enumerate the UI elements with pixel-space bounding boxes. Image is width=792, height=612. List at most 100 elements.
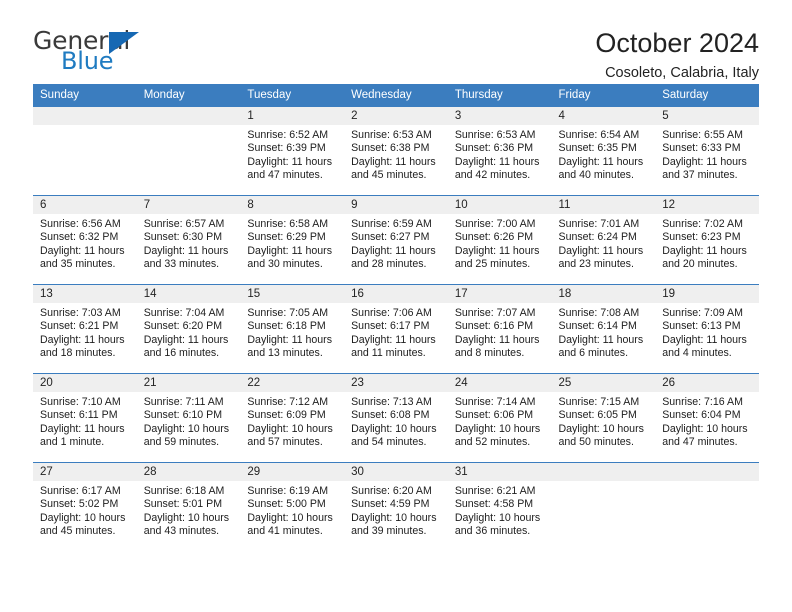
calendar-day-cell[interactable]: 15 Sunrise: 7:05 AM Sunset: 6:18 PM Dayligh… — [240, 284, 345, 374]
calendar-day-cell[interactable]: 2 Sunrise: 6:53 AM Sunset: 6:38 PM Daylight… — [344, 107, 448, 196]
day-number: 24 — [447, 374, 552, 392]
daylight-text: Daylight: 11 hours and 18 minutes. — [40, 333, 125, 360]
day-number: 1 — [240, 107, 345, 125]
calendar-day-cell[interactable]: 6 Sunrise: 6:56 AM Sunset: 6:32 PM Daylight… — [33, 195, 137, 285]
sunrise-text: Sunrise: 7:10 AM — [40, 396, 121, 408]
day-number: 8 — [240, 196, 345, 214]
sunrise-text: Sunrise: 6:55 AM — [662, 129, 743, 141]
day-number: 30 — [344, 463, 448, 481]
calendar-day-cell[interactable]: 4 Sunrise: 6:54 AM Sunset: 6:35 PM Daylight… — [551, 107, 656, 196]
day-details: Sunrise: 7:09 AM Sunset: 6:13 PM Daylight:… — [655, 303, 759, 361]
calendar-day-cell[interactable]: 22 Sunrise: 7:12 AM Sunset: 6:09 PM Dayligh… — [240, 373, 345, 463]
sunset-text: Sunset: 6:08 PM — [351, 409, 430, 422]
calendar-day-cell[interactable]: 26 Sunrise: 7:16 AM Sunset: 6:04 PM Dayligh… — [655, 373, 759, 463]
daylight-text: Daylight: 11 hours and 25 minutes. — [454, 244, 540, 271]
day-details: Sunrise: 6:53 AM Sunset: 6:36 PM Daylight:… — [448, 125, 552, 183]
generalblue-logo[interactable]: General Blue — [33, 28, 145, 76]
calendar-day-cell[interactable]: 21 Sunrise: 7:11 AM Sunset: 6:10 PM Dayligh… — [136, 373, 241, 463]
calendar-day-cell[interactable]: 24 Sunrise: 7:14 AM Sunset: 6:06 PM Dayligh… — [447, 373, 552, 463]
calendar-day-cell[interactable]: 30 Sunrise: 6:20 AM Sunset: 4:59 PM Dayligh… — [344, 462, 448, 551]
day-details: Sunrise: 7:12 AM Sunset: 6:09 PM Daylight:… — [240, 392, 344, 450]
calendar-day-cell[interactable]: 14 Sunrise: 7:04 AM Sunset: 6:20 PM Dayligh… — [136, 284, 241, 374]
day-number: 11 — [551, 196, 656, 214]
daylight-text: Daylight: 10 hours and 43 minutes. — [143, 511, 230, 538]
calendar-day-cell[interactable]: 13 Sunrise: 7:03 AM Sunset: 6:21 PM Dayligh… — [33, 284, 137, 374]
calendar-day-cell[interactable]: 10 Sunrise: 7:00 AM Sunset: 6:26 PM Dayligh… — [447, 195, 552, 285]
day-details: Sunrise: 6:56 AM Sunset: 6:32 PM Daylight:… — [33, 214, 137, 272]
calendar-day-cell[interactable]: 11 Sunrise: 7:01 AM Sunset: 6:24 PM Dayligh… — [551, 195, 656, 285]
sunset-text: Sunset: 5:02 PM — [40, 498, 119, 511]
calendar-cell-empty — [551, 462, 656, 551]
calendar-day-cell[interactable]: 17 Sunrise: 7:07 AM Sunset: 6:16 PM Dayligh… — [447, 284, 552, 374]
sunrise-text: Sunrise: 6:17 AM — [40, 485, 121, 497]
sunrise-text: Sunrise: 6:21 AM — [454, 485, 536, 497]
daylight-text: Daylight: 11 hours and 4 minutes. — [662, 333, 747, 360]
calendar-cell-empty — [33, 107, 137, 196]
daylight-text: Daylight: 11 hours and 37 minutes. — [662, 155, 747, 182]
calendar-day-cell[interactable]: 5 Sunrise: 6:55 AM Sunset: 6:33 PM Daylight… — [655, 107, 759, 196]
day-details: Sunrise: 6:53 AM Sunset: 6:38 PM Daylight:… — [344, 125, 448, 183]
sunset-text: Sunset: 6:33 PM — [662, 142, 741, 155]
sunset-text: Sunset: 4:59 PM — [351, 498, 430, 511]
triangle-icon — [109, 32, 139, 54]
day-number — [655, 463, 759, 481]
sunset-text: Sunset: 6:29 PM — [247, 231, 326, 244]
day-details: Sunrise: 6:19 AM Sunset: 5:00 PM Daylight:… — [240, 481, 344, 539]
sunrise-text: Sunrise: 6:57 AM — [143, 218, 225, 230]
calendar-day-cell[interactable]: 9 Sunrise: 6:59 AM Sunset: 6:27 PM Daylight… — [344, 195, 448, 285]
page-title: October 2024 — [595, 28, 759, 58]
sunset-text: Sunset: 5:01 PM — [143, 498, 223, 511]
sunset-text: Sunset: 6:38 PM — [351, 142, 430, 155]
weekday-header-friday: Friday — [551, 84, 656, 107]
day-number: 18 — [551, 285, 656, 303]
calendar-day-cell[interactable]: 8 Sunrise: 6:58 AM Sunset: 6:29 PM Daylight… — [240, 195, 345, 285]
sunset-text: Sunset: 6:16 PM — [454, 320, 534, 333]
daylight-text: Daylight: 10 hours and 54 minutes. — [351, 422, 437, 449]
month-calendar: Sunday Monday Tuesday Wednesday Thursday… — [33, 84, 759, 551]
daylight-text: Daylight: 11 hours and 13 minutes. — [247, 333, 333, 360]
calendar-day-cell[interactable]: 1 Sunrise: 6:52 AM Sunset: 6:39 PM Daylight… — [240, 107, 345, 196]
calendar-day-cell[interactable]: 19 Sunrise: 7:09 AM Sunset: 6:13 PM Dayligh… — [655, 284, 759, 374]
calendar-day-cell[interactable]: 23 Sunrise: 7:13 AM Sunset: 6:08 PM Dayligh… — [344, 373, 448, 463]
sunset-text: Sunset: 6:09 PM — [247, 409, 326, 422]
sunset-text: Sunset: 6:14 PM — [558, 320, 637, 333]
calendar-day-cell[interactable]: 16 Sunrise: 7:06 AM Sunset: 6:17 PM Dayligh… — [344, 284, 448, 374]
calendar-day-cell[interactable]: 3 Sunrise: 6:53 AM Sunset: 6:36 PM Daylight… — [447, 107, 552, 196]
daylight-text: Daylight: 10 hours and 52 minutes. — [454, 422, 541, 449]
calendar-day-cell[interactable]: 7 Sunrise: 6:57 AM Sunset: 6:30 PM Daylight… — [136, 195, 241, 285]
calendar-day-cell[interactable]: 28 Sunrise: 6:18 AM Sunset: 5:01 PM Dayligh… — [136, 462, 241, 551]
day-details: Sunrise: 6:21 AM Sunset: 4:58 PM Daylight:… — [448, 481, 552, 539]
sunrise-text: Sunrise: 6:53 AM — [454, 129, 536, 141]
weekday-header-wednesday: Wednesday — [344, 84, 448, 107]
sunrise-text: Sunrise: 6:20 AM — [351, 485, 432, 497]
calendar-day-cell[interactable]: 29 Sunrise: 6:19 AM Sunset: 5:00 PM Dayligh… — [240, 462, 345, 551]
calendar-day-cell[interactable]: 20 Sunrise: 7:10 AM Sunset: 6:11 PM Dayligh… — [33, 373, 137, 463]
daylight-text: Daylight: 10 hours and 41 minutes. — [247, 511, 333, 538]
sunrise-text: Sunrise: 6:18 AM — [143, 485, 225, 497]
calendar-day-cell[interactable]: 31 Sunrise: 6:21 AM Sunset: 4:58 PM Dayligh… — [447, 462, 552, 551]
sunset-text: Sunset: 6:17 PM — [351, 320, 430, 333]
sunset-text: Sunset: 4:58 PM — [454, 498, 534, 511]
calendar-day-cell[interactable]: 18 Sunrise: 7:08 AM Sunset: 6:14 PM Dayligh… — [551, 284, 656, 374]
daylight-text: Daylight: 11 hours and 8 minutes. — [454, 333, 540, 360]
day-number: 3 — [447, 107, 552, 125]
calendar-day-cell[interactable]: 12 Sunrise: 7:02 AM Sunset: 6:23 PM Dayligh… — [655, 195, 759, 285]
daylight-text: Daylight: 10 hours and 36 minutes. — [454, 511, 541, 538]
day-number: 16 — [344, 285, 448, 303]
day-details: Sunrise: 6:57 AM Sunset: 6:30 PM Daylight:… — [137, 214, 241, 272]
calendar-page: General Blue October 2024 Cosoleto, Cala… — [0, 0, 792, 612]
day-details: Sunrise: 7:15 AM Sunset: 6:05 PM Daylight:… — [552, 392, 656, 450]
sunrise-text: Sunrise: 7:01 AM — [558, 218, 640, 230]
sunrise-text: Sunrise: 6:52 AM — [247, 129, 329, 141]
daylight-text: Daylight: 11 hours and 33 minutes. — [143, 244, 229, 271]
sunrise-text: Sunrise: 7:14 AM — [454, 396, 536, 408]
calendar-day-cell[interactable]: 25 Sunrise: 7:15 AM Sunset: 6:05 PM Dayligh… — [551, 373, 656, 463]
daylight-text: Daylight: 10 hours and 59 minutes. — [143, 422, 230, 449]
sunrise-text: Sunrise: 6:19 AM — [247, 485, 329, 497]
calendar-day-cell[interactable]: 27 Sunrise: 6:17 AM Sunset: 5:02 PM Dayligh… — [33, 462, 137, 551]
day-number: 15 — [240, 285, 345, 303]
day-details: Sunrise: 7:14 AM Sunset: 6:06 PM Daylight:… — [448, 392, 552, 450]
day-number: 13 — [33, 285, 137, 303]
calendar-cell-empty — [136, 107, 241, 196]
day-details: Sunrise: 6:54 AM Sunset: 6:35 PM Daylight:… — [552, 125, 656, 183]
